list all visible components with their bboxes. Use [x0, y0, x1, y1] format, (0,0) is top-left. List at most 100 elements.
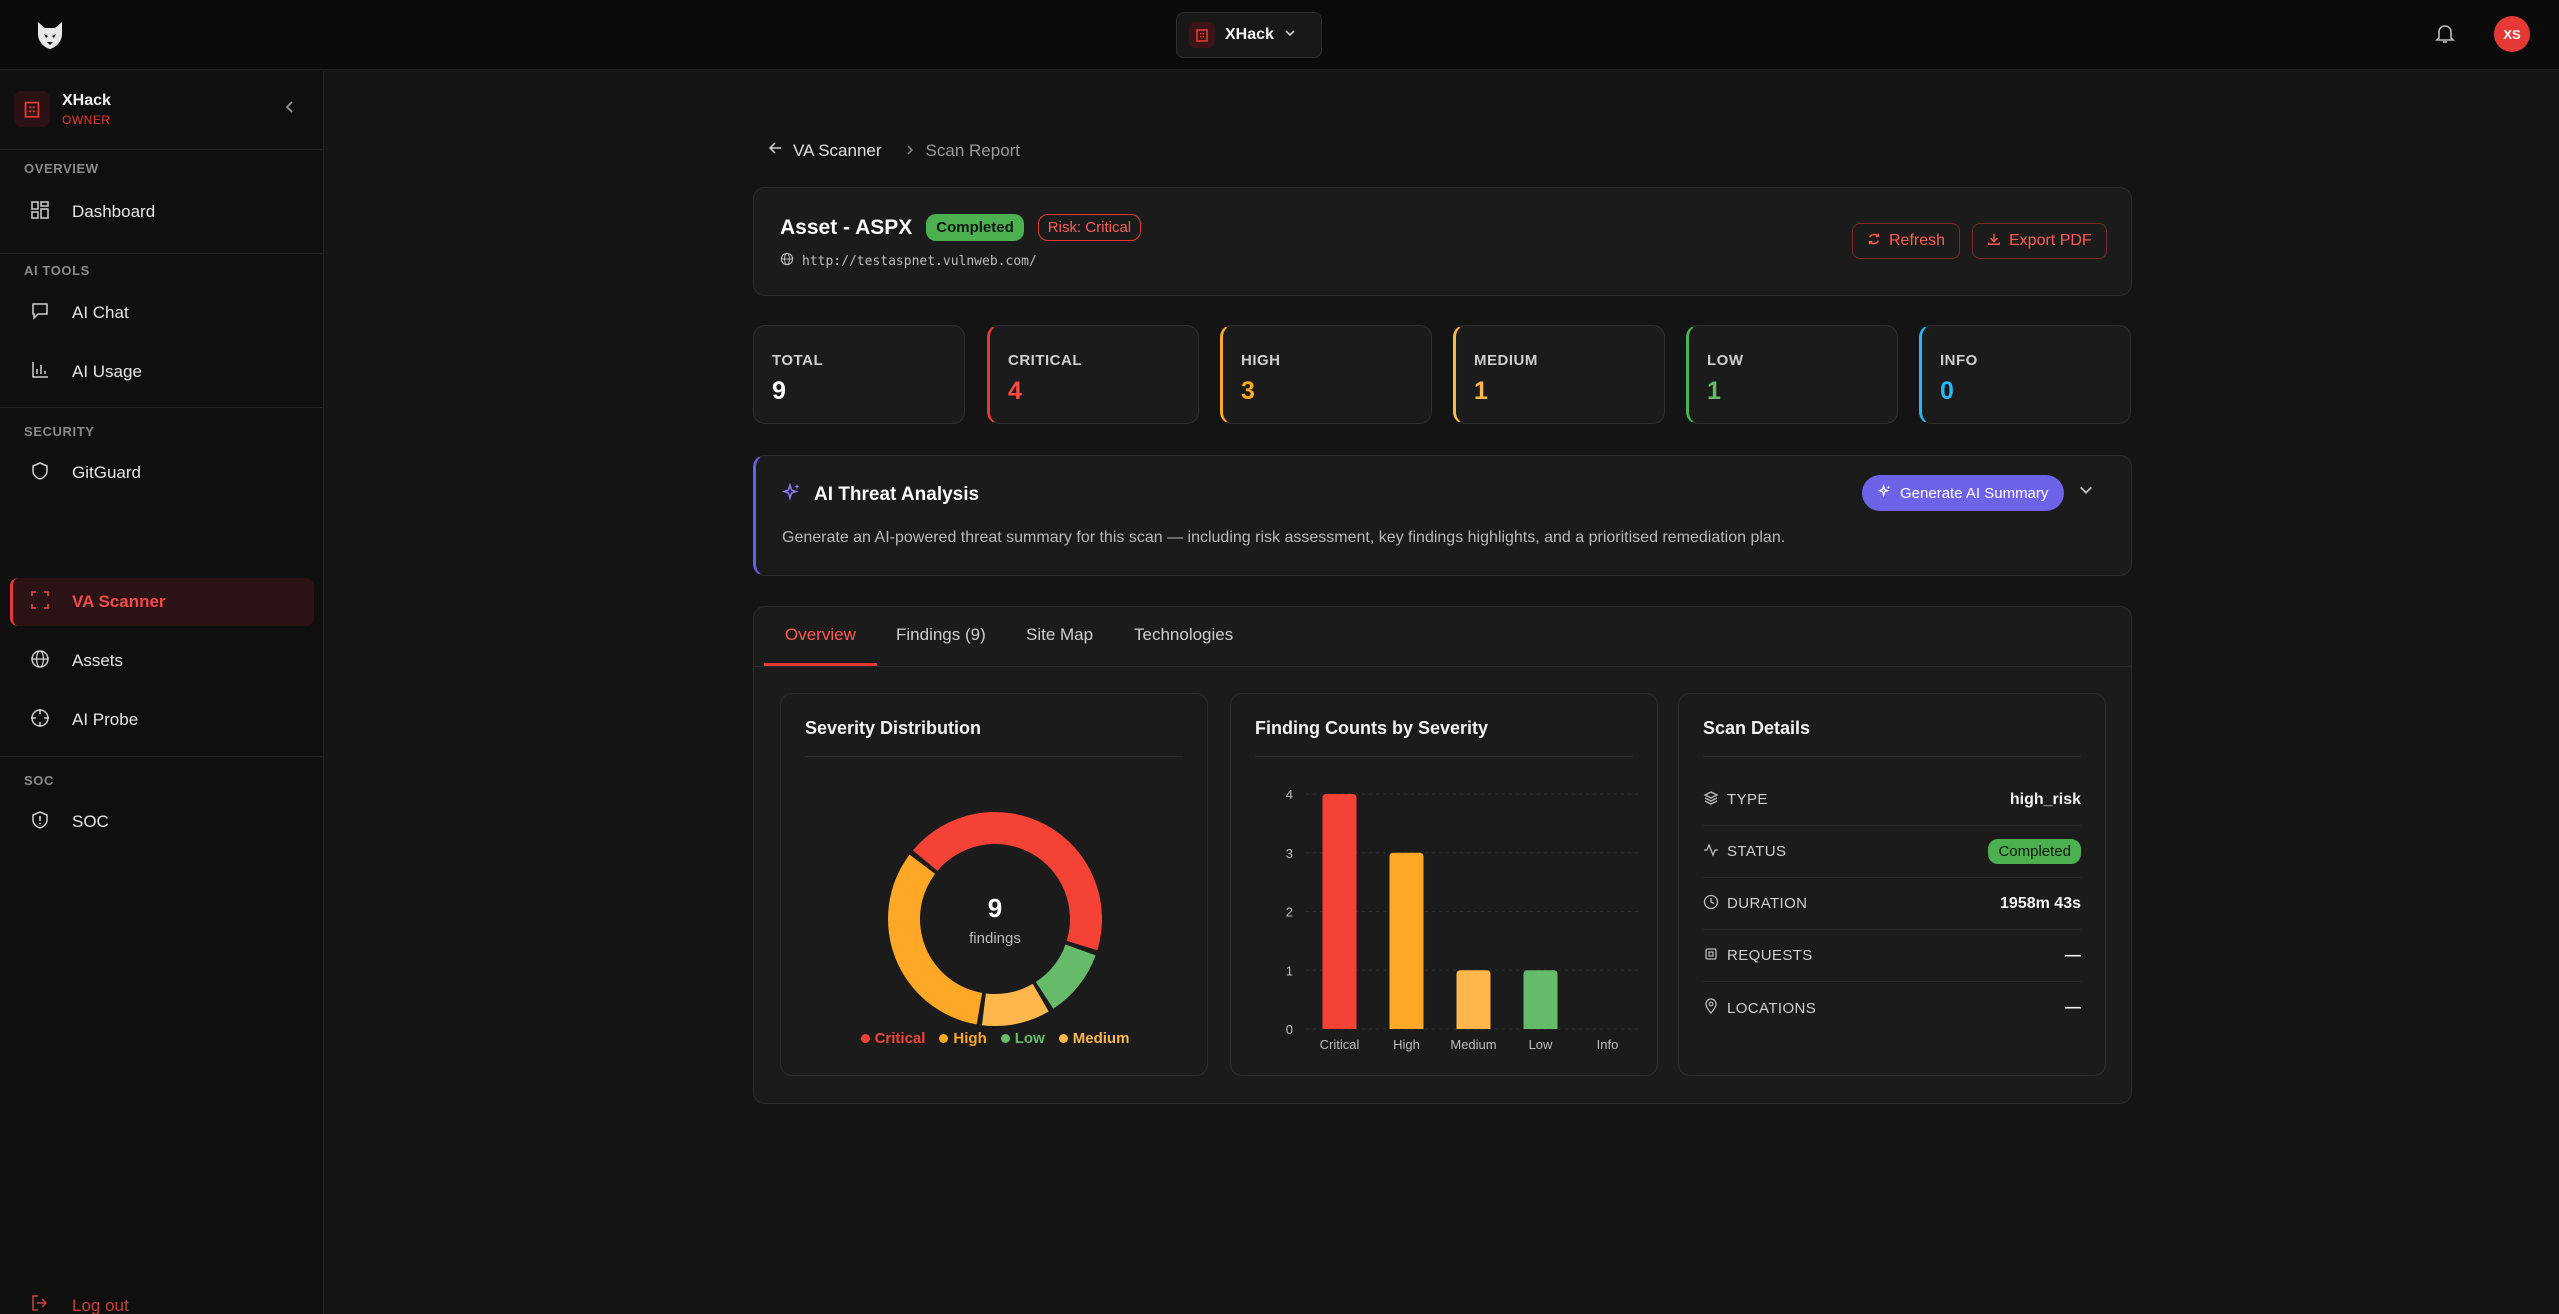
sidebar-item-assets[interactable]: Assets: [10, 637, 314, 685]
stat-label: CRITICAL: [1008, 352, 1082, 369]
detail-label: STATUS: [1727, 843, 1787, 860]
divider: [0, 253, 323, 254]
detail-label: TYPE: [1727, 791, 1768, 808]
sidebar-item-gitguard[interactable]: GitGuard: [10, 449, 314, 497]
divider: [0, 407, 323, 408]
x-tick-label: Critical: [1320, 1037, 1360, 1052]
building-icon: [14, 91, 50, 127]
download-icon: [1987, 232, 2001, 251]
detail-value-duration: 1958m 43s: [2000, 894, 2081, 912]
ai-analysis-description: Generate an AI-powered threat summary fo…: [782, 529, 1786, 546]
donut-slice-medium[interactable]: [981, 983, 1049, 1026]
y-tick-label: 4: [1286, 787, 1293, 802]
tab-site-map[interactable]: Site Map: [1026, 625, 1093, 663]
sidebar-item-va-scanner[interactable]: VA Scanner: [10, 578, 314, 626]
refresh-button[interactable]: Refresh: [1852, 223, 1961, 259]
org-name: XHack: [1225, 26, 1274, 43]
detail-label: REQUESTS: [1727, 947, 1813, 964]
workspace-header[interactable]: XHack OWNER: [14, 85, 310, 133]
tab-overview[interactable]: Overview: [764, 625, 877, 666]
detail-row-duration: DURATION 1958m 43s: [1703, 878, 2081, 930]
bar-low[interactable]: [1523, 970, 1558, 1029]
donut-slice-high[interactable]: [888, 854, 983, 1025]
stat-value: 1: [1707, 377, 1721, 405]
globe-icon: [780, 252, 794, 270]
grid-icon: [30, 200, 50, 225]
bar-chart-icon: [30, 360, 50, 385]
chevron-down-icon[interactable]: [2078, 482, 2100, 504]
detail-label: LOCATIONS: [1727, 999, 1817, 1017]
sidebar-item-soc[interactable]: SOC: [10, 798, 314, 846]
globe-icon: [30, 649, 50, 674]
divider: [1255, 756, 1633, 757]
breadcrumb-parent[interactable]: VA Scanner: [793, 141, 882, 161]
donut-slice-low[interactable]: [1035, 944, 1096, 1009]
stat-label: TOTAL: [772, 352, 824, 369]
stat-label: INFO: [1940, 352, 1978, 369]
sidebar-item-label: AI Usage: [72, 362, 142, 381]
asset-url: http://testaspnet.vulnweb.com/: [780, 252, 1037, 270]
stat-card-critical: CRITICAL 4: [987, 325, 1199, 424]
avatar[interactable]: XS: [2494, 16, 2530, 52]
sidebar-item-label: Dashboard: [72, 202, 156, 221]
panel-title: Scan Details: [1703, 718, 1811, 738]
divider: [805, 756, 1183, 757]
detail-row-requests: REQUESTS —: [1703, 930, 2081, 982]
y-tick-label: 2: [1286, 905, 1293, 920]
scan-details-panel: Scan Details TYPE high_risk STATUS Compl…: [1678, 693, 2106, 1076]
tab-bar: Overview Findings (9) Site Map Technolog…: [754, 607, 2131, 667]
sparkles-icon: [1877, 484, 1892, 502]
divider: [0, 756, 323, 757]
finding-counts-panel: Finding Counts by Severity 0 1 2 3 4 Critical…: [1230, 693, 1658, 1076]
ai-threat-analysis-card: AI Threat Analysis Generate AI Summary G…: [753, 455, 2132, 576]
risk-badge: Risk: Critical: [1037, 214, 1142, 241]
logout-icon: [30, 1293, 50, 1314]
org-switcher[interactable]: XHack: [1176, 12, 1322, 58]
y-tick-label: 1: [1286, 963, 1293, 978]
url-text: http://testaspnet.vulnweb.com/: [802, 253, 1037, 269]
wolf-logo-icon[interactable]: [32, 17, 68, 53]
sidebar-item-dashboard[interactable]: Dashboard: [10, 188, 314, 236]
donut-legend: Critical High Low Medium: [781, 1030, 1209, 1047]
section-label-soc: SOC: [24, 773, 54, 788]
severity-donut-chart: 9 findings: [888, 812, 1102, 1026]
sidebar: XHack OWNER OVERVIEW Dashboard AI TOOLS …: [0, 71, 324, 1314]
bell-icon[interactable]: [2433, 21, 2459, 47]
export-label: Export PDF: [2009, 232, 2092, 249]
shield-alert-icon: [30, 810, 50, 835]
sidebar-item-ai-probe[interactable]: AI Probe: [10, 696, 314, 744]
sidebar-item-label: AI Chat: [72, 303, 129, 322]
detail-row-locations: LOCATIONS —: [1703, 982, 2081, 1034]
detail-value-status: Completed: [1988, 839, 2081, 864]
severity-bar-chart: 0 1 2 3 4 Critical High Medium Low Info: [1286, 787, 1641, 1052]
tab-findings[interactable]: Findings (9): [896, 625, 986, 663]
bar-critical[interactable]: [1322, 794, 1357, 1029]
generate-ai-summary-button[interactable]: Generate AI Summary: [1862, 475, 2065, 511]
generate-ai-summary-label: Generate AI Summary: [1900, 484, 2049, 502]
sidebar-item-label: Assets: [72, 651, 124, 670]
divider: [1703, 756, 2081, 757]
divider: [0, 149, 323, 150]
tab-technologies[interactable]: Technologies: [1134, 625, 1233, 663]
logout-label: Log out: [72, 1295, 129, 1314]
legend-item-low: Low: [1000, 1030, 1045, 1047]
sidebar-item-ai-chat[interactable]: AI Chat: [10, 289, 314, 337]
crosshair-icon: [30, 708, 50, 733]
breadcrumb: VA Scanner Scan Report: [767, 140, 1020, 161]
stat-value: 3: [1241, 377, 1255, 405]
layers-icon: [1703, 790, 1719, 810]
stat-value: 9: [772, 377, 786, 405]
export-pdf-button[interactable]: Export PDF: [1972, 223, 2107, 259]
sidebar-item-label: GitGuard: [72, 463, 141, 482]
arrow-left-icon[interactable]: [767, 140, 783, 161]
detail-value-locations: —: [2065, 999, 2081, 1016]
logout-button[interactable]: Log out: [30, 1293, 129, 1314]
bar-high[interactable]: [1389, 852, 1424, 1029]
bar-medium[interactable]: [1456, 970, 1491, 1029]
chevron-left-icon[interactable]: [282, 99, 302, 119]
sidebar-item-ai-usage[interactable]: AI Usage: [10, 348, 314, 396]
detail-label: DURATION: [1727, 895, 1808, 912]
detail-row-type: TYPE high_risk: [1703, 774, 2081, 826]
stat-card-total: TOTAL 9: [753, 325, 965, 424]
refresh-label: Refresh: [1889, 232, 1946, 249]
